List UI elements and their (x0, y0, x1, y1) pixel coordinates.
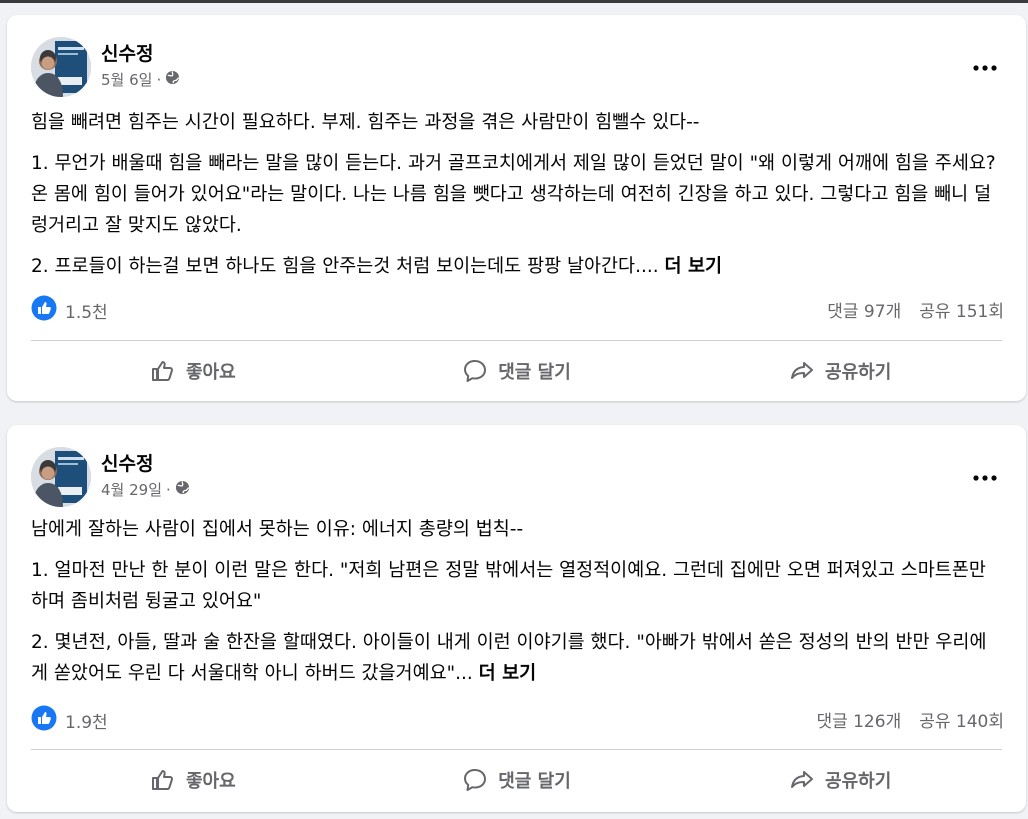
likes-count: 1.9천 (65, 713, 108, 733)
post-date[interactable]: 5월 6일 (101, 69, 152, 90)
share-label: 공유하기 (825, 362, 892, 383)
like-button[interactable]: 좋아요 (31, 349, 355, 393)
likes-count: 1.5천 (65, 303, 108, 323)
post-paragraph: 남에게 잘하는 사람이 집에서 못하는 이유: 에너지 총량의 법칙-- (31, 519, 524, 540)
comment-label: 댓글 달기 (498, 771, 571, 792)
post-body: 힘을 빼려면 힘주는 시간이 필요하다. 부제. 힘주는 과정을 겪은 사람만이… (31, 107, 1002, 292)
feed-post: 신수정 5월 6일 · 힘을 빼려면 힘주는 시간이 필요하다. 부제. 힘주는… (7, 15, 1026, 401)
share-arrow-icon (789, 767, 815, 793)
comment-button[interactable]: 댓글 달기 (355, 349, 679, 393)
post-header: 신수정 4월 29일 · (31, 447, 1001, 507)
share-button[interactable]: 공유하기 (678, 349, 1002, 393)
more-options-button[interactable] (967, 457, 1003, 493)
more-horizontal-icon (973, 56, 997, 75)
share-arrow-icon (789, 358, 815, 384)
more-horizontal-icon (973, 466, 997, 485)
engagement-counts: 댓글 126개 공유 140회 (816, 705, 1004, 733)
globe-icon (175, 480, 190, 499)
more-options-button[interactable] (967, 47, 1003, 83)
post-paragraph: 1. 무언가 배울때 힘을 빼라는 말을 많이 듣는다. 과거 골프코치에게서 … (31, 153, 996, 236)
meta-separator: · (166, 480, 171, 499)
globe-icon (165, 70, 180, 89)
post-meta: 5월 6일 · (101, 69, 180, 90)
divider (31, 340, 1002, 341)
post-date[interactable]: 4월 29일 (101, 479, 162, 500)
avatar[interactable] (31, 37, 91, 97)
reactions-summary[interactable]: 1.5천 (31, 295, 108, 326)
like-button[interactable]: 좋아요 (31, 758, 355, 802)
see-more-link[interactable]: 더 보기 (665, 256, 723, 277)
post-actions: 좋아요 댓글 달기 공유하기 (31, 349, 1002, 393)
thumbs-up-icon (150, 358, 176, 384)
like-reaction-icon (31, 295, 57, 326)
share-label: 공유하기 (825, 771, 892, 792)
post-header: 신수정 5월 6일 · (31, 37, 1001, 97)
comment-bubble-icon (462, 767, 488, 793)
reactions-summary[interactable]: 1.9천 (31, 705, 108, 736)
comments-count[interactable]: 댓글 126개 (816, 707, 901, 732)
comment-bubble-icon (462, 358, 488, 384)
post-actions: 좋아요 댓글 달기 공유하기 (31, 758, 1002, 802)
post-paragraph: 2. 몇년전, 아들, 딸과 술 한잔을 할때였다. 아이들이 내게 이런 이야… (31, 627, 1002, 689)
post-paragraph-text: 2. 프로들이 하는걸 보면 하나도 힘을 안주는것 처럼 보이는데도 팡팡 날… (31, 256, 659, 277)
author-name[interactable]: 신수정 (101, 39, 153, 66)
post-stats: 1.5천 댓글 97개 공유 151회 (31, 295, 1004, 323)
feed-post: 신수정 4월 29일 · 남에게 잘하는 사람이 집에서 못하는 이유: 에너지… (7, 425, 1026, 812)
post-stats: 1.9천 댓글 126개 공유 140회 (31, 705, 1004, 733)
shares-count[interactable]: 공유 140회 (919, 707, 1004, 732)
comments-count[interactable]: 댓글 97개 (827, 297, 901, 322)
comment-button[interactable]: 댓글 달기 (355, 758, 679, 802)
like-reaction-icon (31, 705, 57, 736)
thumbs-up-icon (150, 767, 176, 793)
see-more-link[interactable]: 더 보기 (479, 663, 537, 684)
divider (31, 749, 1002, 750)
like-label: 좋아요 (185, 362, 236, 383)
author-name[interactable]: 신수정 (101, 449, 153, 476)
post-paragraph: 2. 프로들이 하는걸 보면 하나도 힘을 안주는것 처럼 보이는데도 팡팡 날… (31, 251, 1002, 282)
share-button[interactable]: 공유하기 (678, 758, 1002, 802)
post-meta: 4월 29일 · (101, 479, 190, 500)
engagement-counts: 댓글 97개 공유 151회 (827, 295, 1004, 323)
comment-label: 댓글 달기 (498, 362, 571, 383)
post-paragraph: 1. 얼마전 만난 한 분이 이런 말은 한다. "저희 남편은 정말 밖에서는… (31, 560, 986, 612)
avatar[interactable] (31, 447, 91, 507)
shares-count[interactable]: 공유 151회 (919, 297, 1004, 322)
post-paragraph: 힘을 빼려면 힘주는 시간이 필요하다. 부제. 힘주는 과정을 겪은 사람만이… (31, 112, 700, 133)
window-top-border (0, 0, 1028, 3)
like-label: 좋아요 (185, 771, 236, 792)
meta-separator: · (156, 70, 162, 89)
post-body: 남에게 잘하는 사람이 집에서 못하는 이유: 에너지 총량의 법칙-- 1. … (31, 514, 1002, 699)
